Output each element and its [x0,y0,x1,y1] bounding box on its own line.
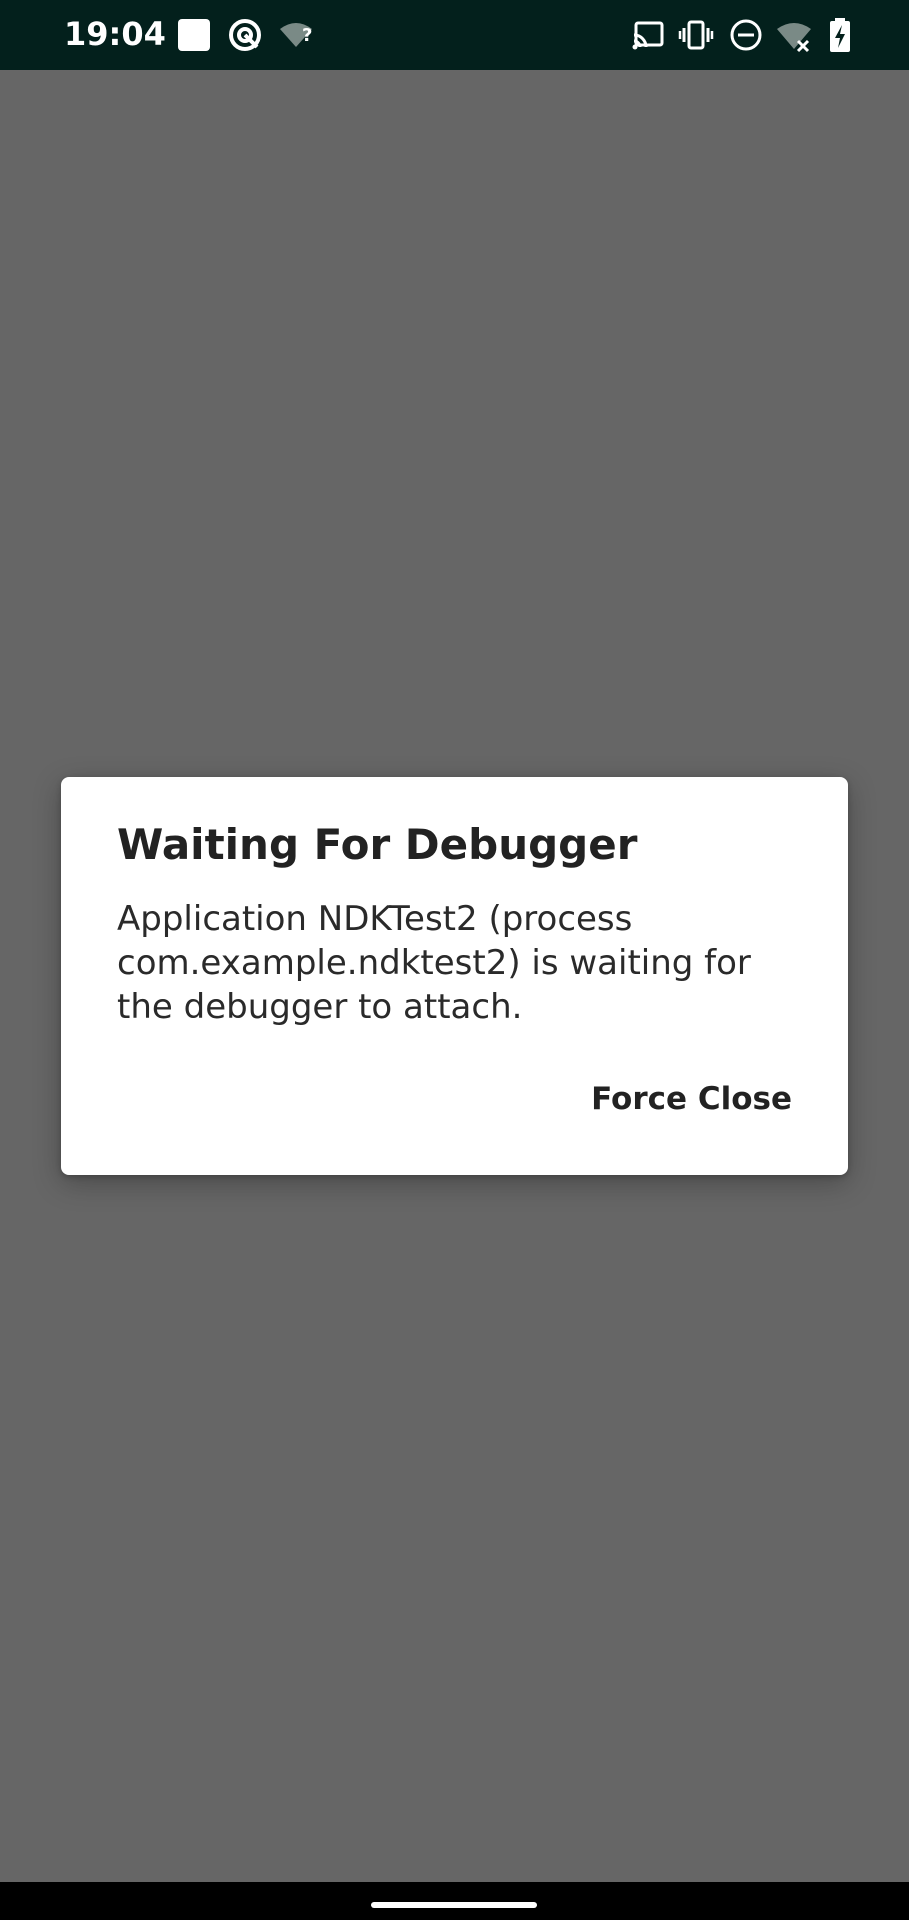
dialog-title: Waiting For Debugger [117,820,638,869]
cast-icon [630,17,666,53]
wifi-question-mark: ? [302,25,313,46]
battery-charging-icon [822,17,858,53]
waiting-for-debugger-dialog: Waiting For Debugger Application NDKTest… [61,777,848,1175]
app-square-icon [176,17,212,53]
vibrate-icon [678,17,714,53]
do-not-disturb-icon [728,17,764,53]
navigation-bar [0,1882,909,1920]
home-gesture-handle[interactable] [371,1902,537,1908]
force-close-button[interactable]: Force Close [591,1079,792,1119]
data-saver-icon [227,17,263,53]
screen: 19:04 ? Waiting For Debugger Application… [0,0,909,1920]
status-time: 19:04 [64,15,166,53]
wifi-off-icon [776,17,812,53]
status-bar: 19:04 ? [0,0,909,70]
dialog-message: Application NDKTest2 (process com.exampl… [117,899,751,1027]
